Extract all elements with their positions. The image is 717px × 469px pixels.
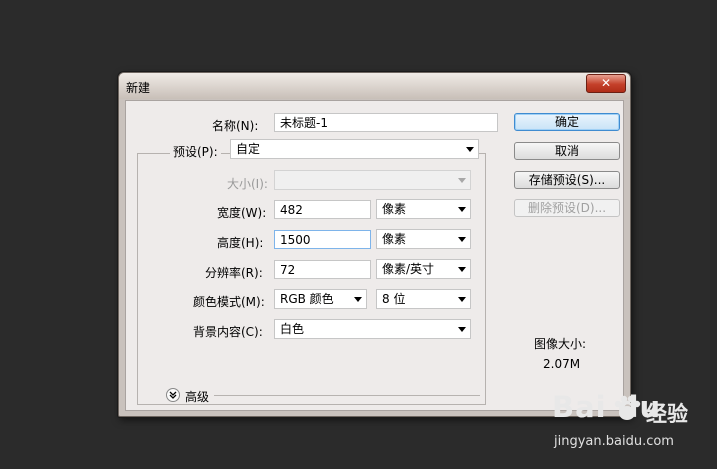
color-mode-value: RGB 颜色 xyxy=(280,292,334,306)
bit-depth-select[interactable]: 8 位 xyxy=(376,289,471,309)
image-size-value: 2.07M xyxy=(543,357,581,371)
width-unit-select[interactable]: 像素 xyxy=(376,199,471,219)
name-field[interactable]: 未标题-1 xyxy=(274,113,498,132)
resolution-field[interactable]: 72 xyxy=(274,260,371,279)
chevron-down-icon xyxy=(458,178,466,183)
width-unit-value: 像素 xyxy=(382,202,407,216)
background-label: 背景内容(C): xyxy=(193,325,263,339)
chevron-down-icon xyxy=(466,147,474,152)
width-label: 宽度(W): xyxy=(217,206,267,220)
preset-select[interactable]: 自定 xyxy=(230,139,479,159)
title-bar[interactable]: 新建 ✕ xyxy=(119,73,630,99)
image-size-label: 图像大小: xyxy=(534,337,587,351)
color-mode-select[interactable]: RGB 颜色 xyxy=(274,289,367,309)
bit-depth-value: 8 位 xyxy=(382,292,406,306)
background-select[interactable]: 白色 xyxy=(274,319,471,339)
close-button[interactable]: ✕ xyxy=(586,74,626,93)
preset-label: 预设(P): xyxy=(170,143,221,160)
chevron-down-icon xyxy=(354,297,362,302)
chevron-down-icon xyxy=(458,297,466,302)
advanced-divider xyxy=(214,395,480,396)
delete-preset-button: 删除预设(D)... xyxy=(514,199,620,217)
size-select xyxy=(274,170,471,190)
height-unit-select[interactable]: 像素 xyxy=(376,229,471,249)
baidu-jingyan-watermark: Bai du 经验 jingyan.baidu.com xyxy=(546,386,711,462)
resolution-label: 分辨率(R): xyxy=(205,266,263,280)
resolution-unit-select[interactable]: 像素/英寸 xyxy=(376,259,471,279)
chevron-down-icon xyxy=(458,327,466,332)
background-value: 白色 xyxy=(280,322,305,336)
preset-value: 自定 xyxy=(236,142,261,156)
width-field[interactable]: 482 xyxy=(274,200,371,219)
preset-group xyxy=(137,153,486,405)
advanced-label[interactable]: 高级 xyxy=(185,388,209,405)
height-unit-value: 像素 xyxy=(382,232,407,246)
chevron-down-icon xyxy=(458,207,466,212)
save-preset-button[interactable]: 存储预设(S)... xyxy=(514,171,620,189)
height-field[interactable]: 1500 xyxy=(274,230,371,249)
dialog-title: 新建 xyxy=(126,81,151,95)
dialog-content: 名称(N): 未标题-1 预设(P): 自定 大小(I): 宽度(W): 482… xyxy=(125,100,624,411)
cancel-button[interactable]: 取消 xyxy=(514,142,620,160)
paw-logo-icon xyxy=(614,395,641,420)
resolution-unit-value: 像素/英寸 xyxy=(382,262,435,276)
color-mode-label: 颜色模式(M): xyxy=(193,295,265,309)
new-document-dialog: 新建 ✕ 名称(N): 未标题-1 预设(P): 自定 大小(I): 宽度(W)… xyxy=(118,72,631,417)
chevron-double-down-icon[interactable] xyxy=(166,388,180,402)
ok-button[interactable]: 确定 xyxy=(514,113,620,131)
name-label: 名称(N): xyxy=(212,119,259,133)
chevron-down-icon xyxy=(458,267,466,272)
watermark-url: jingyan.baidu.com xyxy=(554,434,674,449)
watermark-brand: Bai du xyxy=(552,390,662,424)
size-label: 大小(I): xyxy=(227,177,268,191)
height-label: 高度(H): xyxy=(217,236,264,250)
watermark-cn: 经验 xyxy=(646,402,688,426)
chevron-down-icon xyxy=(458,237,466,242)
